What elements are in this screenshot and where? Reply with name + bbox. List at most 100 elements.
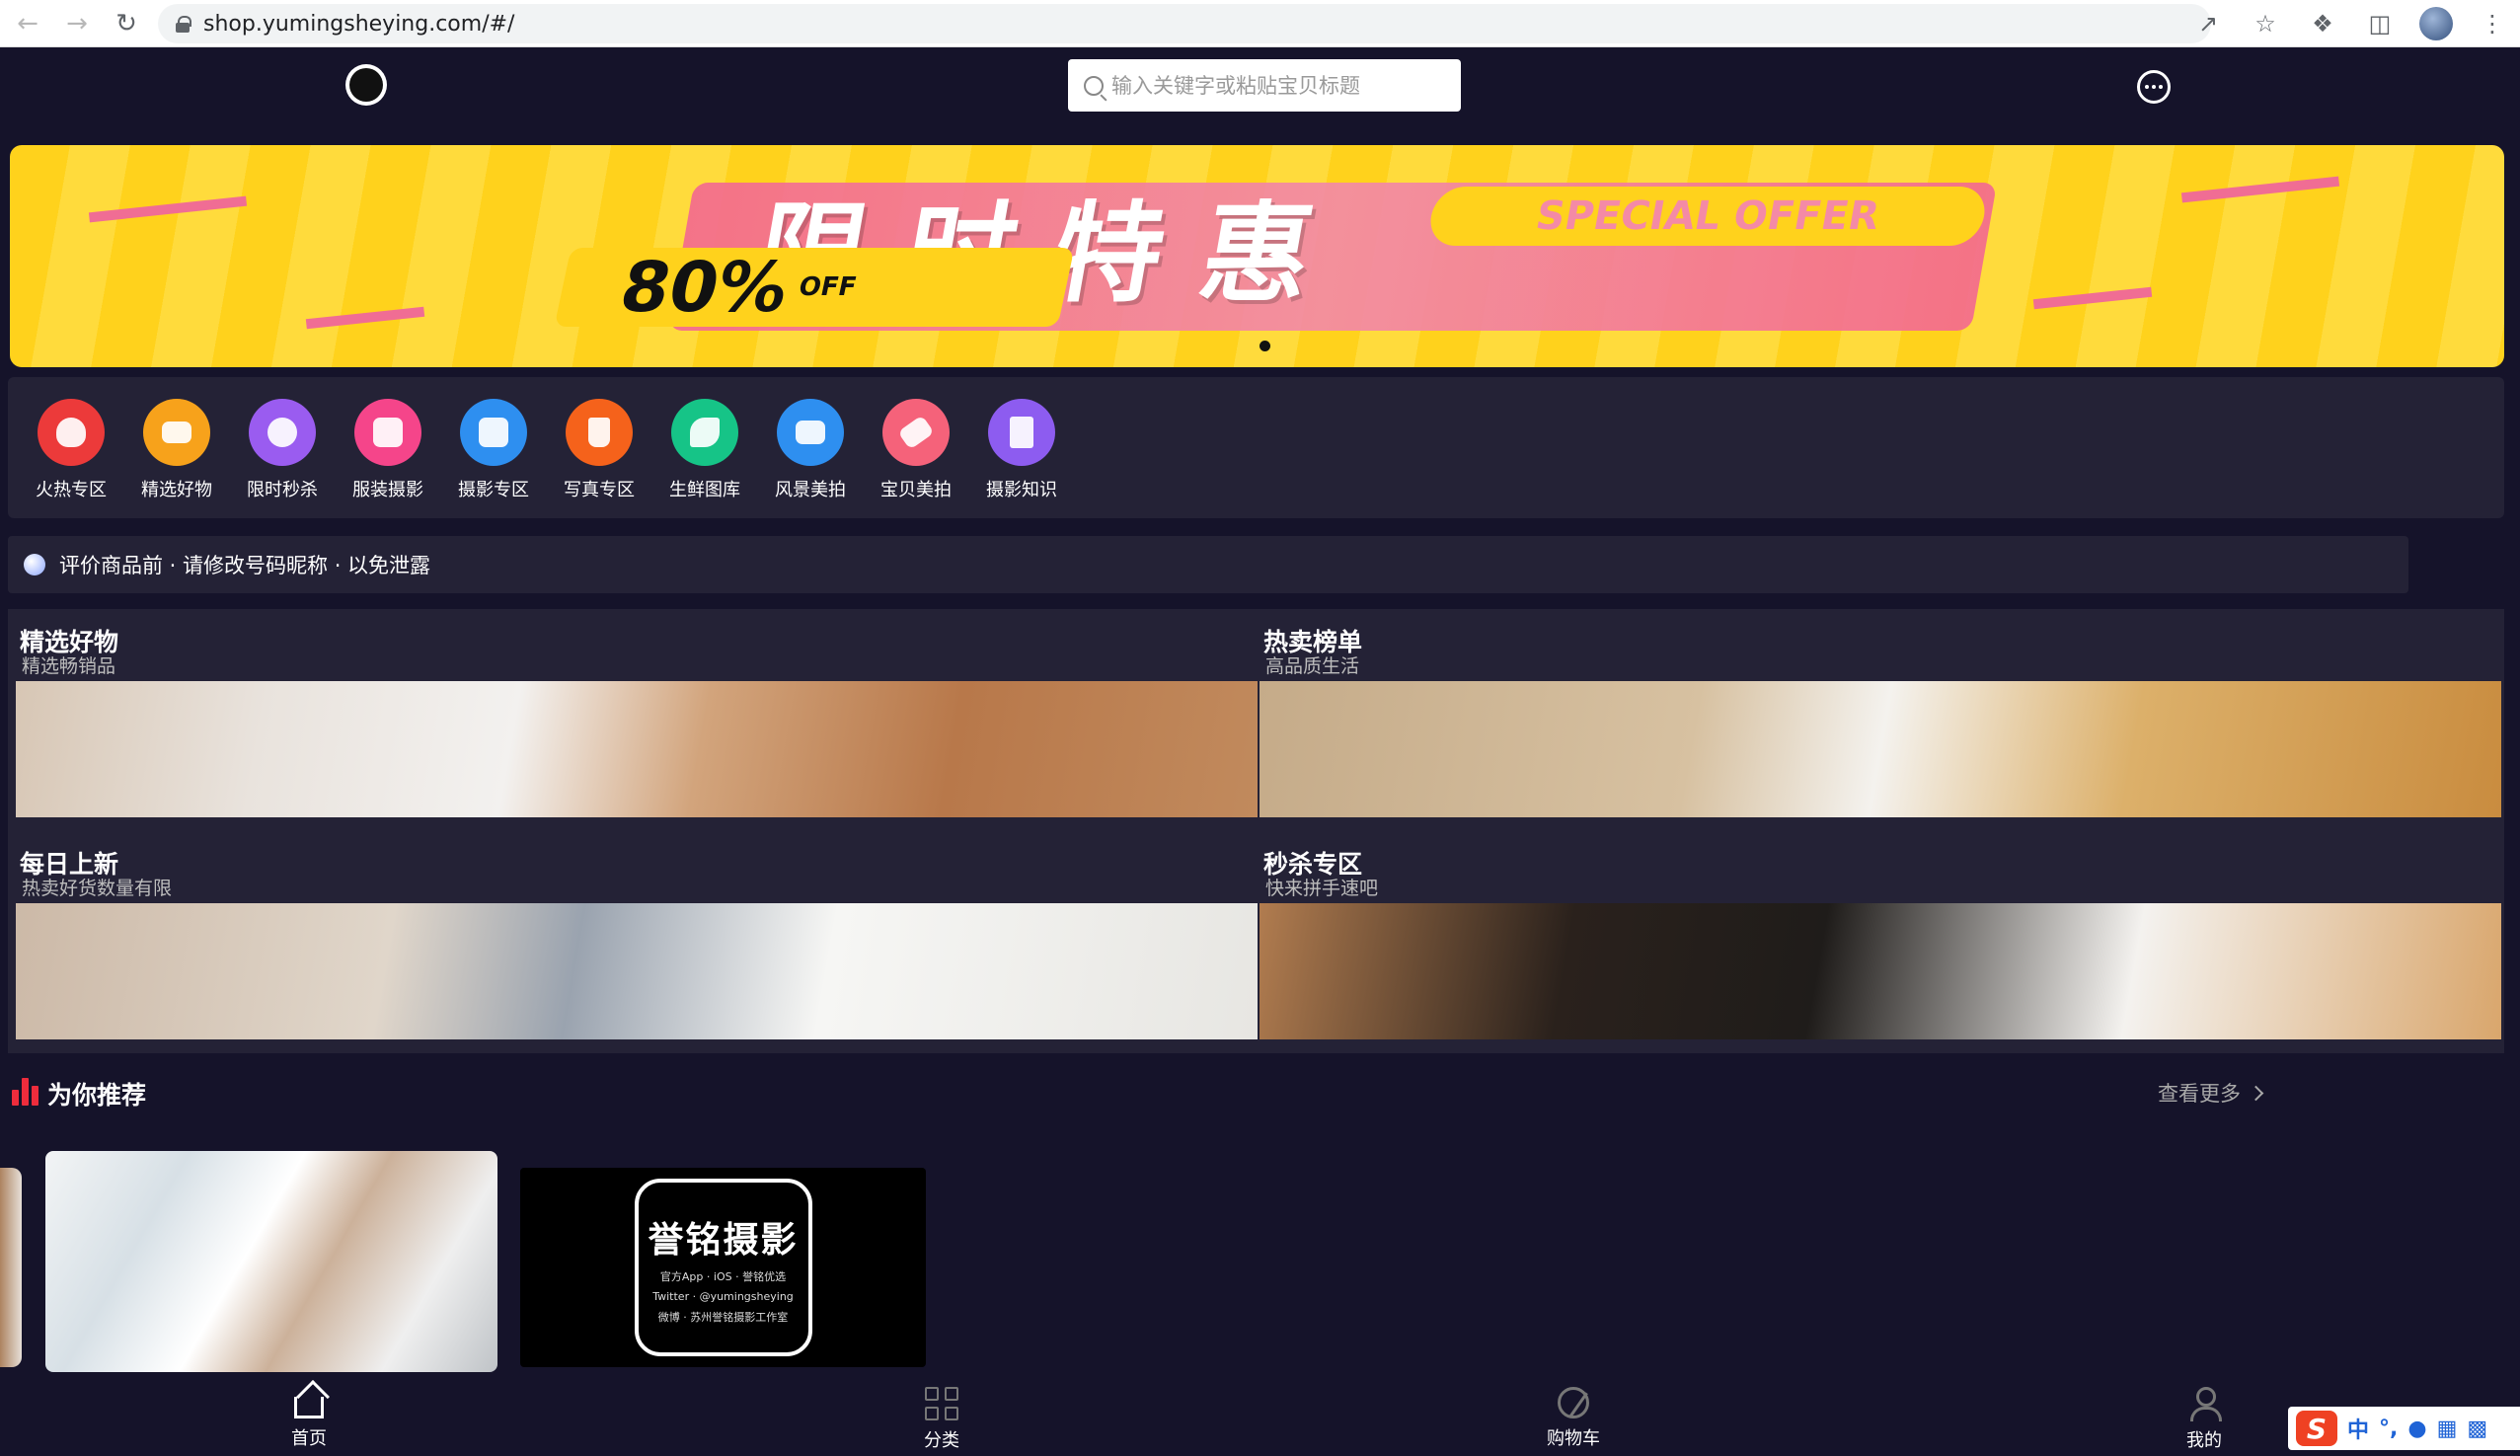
product-card-partial[interactable] [0, 1168, 22, 1367]
section-subtitle: 高品质生活 [1265, 655, 1360, 677]
star-icon[interactable]: ☆ [2248, 6, 2283, 41]
section-image[interactable] [1260, 681, 2501, 817]
home-icon [294, 1397, 324, 1418]
category-photography[interactable]: 摄影专区 [444, 399, 543, 501]
message-icon[interactable] [2137, 70, 2171, 104]
category-label: 火热专区 [36, 480, 107, 500]
banner-stripe [2032, 286, 2153, 310]
category-label: 写真专区 [564, 480, 635, 500]
tab-profile[interactable]: 我的 [2145, 1387, 2263, 1452]
tab-label: 首页 [291, 1428, 327, 1449]
vegetable-icon [671, 399, 738, 466]
back-arrow-icon[interactable]: ← [6, 2, 49, 45]
section-image[interactable] [16, 681, 1258, 817]
view-more-link[interactable]: 查看更多 [2158, 1078, 2264, 1108]
extensions-icon[interactable]: ❖ [2305, 6, 2340, 41]
section-image[interactable] [16, 903, 1258, 1039]
category-label: 宝贝美拍 [880, 480, 952, 500]
ime-logo[interactable]: S [2296, 1411, 2337, 1446]
search-input[interactable] [1111, 73, 1437, 98]
category-clothing-photo[interactable]: 服装摄影 [339, 399, 437, 501]
category-featured[interactable]: 精选好物 [127, 399, 226, 501]
tshirt-icon [354, 399, 421, 466]
flame-icon [38, 399, 105, 466]
lock-icon[interactable] [176, 16, 191, 33]
keyboard-icon[interactable]: ▦ [2437, 1417, 2458, 1441]
category-hot[interactable]: 火热专区 [22, 399, 120, 501]
section-image[interactable] [1260, 903, 2501, 1039]
category-grid: 火热专区 精选好物 限时秒杀 服装摄影 摄影专区 写真专区 生鲜图库 风景美拍 … [8, 377, 2504, 518]
category-portrait[interactable]: 写真专区 [550, 399, 649, 501]
tab-cart[interactable]: 购物车 [1514, 1387, 1633, 1450]
product-card[interactable]: 誉铭摄影 官方App · iOS · 誉铭优选 Twitter · @yumin… [520, 1168, 926, 1367]
tab-label: 购物车 [1547, 1428, 1600, 1449]
category-label: 限时秒杀 [247, 480, 318, 500]
banner-stripe [305, 306, 425, 330]
washer-camera-icon [460, 399, 527, 466]
section-daily-new[interactable]: 每日上新 热卖好货数量有限 [16, 831, 1258, 1039]
category-label: 精选好物 [141, 480, 212, 500]
tab-home[interactable]: 首页 [250, 1387, 368, 1450]
product-card[interactable] [45, 1151, 497, 1372]
category-kids-photo[interactable]: 宝贝美拍 [867, 399, 965, 501]
search-box[interactable] [1068, 59, 1461, 112]
cup-icon [566, 399, 633, 466]
promo-banner[interactable]: SPECIAL OFFER 限时特惠 80% OFF [10, 145, 2504, 367]
tag-icon [882, 399, 950, 466]
ime-toolbar[interactable]: S 中 °, ● ▦ ▩ [2288, 1407, 2520, 1450]
section-flash-sale[interactable]: 秒杀专区 快来拼手速吧 [1260, 831, 2501, 1039]
section-subtitle: 热卖好货数量有限 [22, 878, 173, 899]
side-panel-icon[interactable]: ◫ [2362, 6, 2398, 41]
share-icon[interactable]: ↗ [2190, 6, 2226, 41]
bar-chart-icon [12, 1078, 39, 1106]
menu-dots-icon[interactable]: ⋮ [2475, 6, 2510, 41]
search-icon [1084, 75, 1104, 96]
brand-name: 誉铭摄影 [648, 1219, 799, 1261]
ime-mode[interactable]: 中 [2347, 1413, 2369, 1444]
reload-icon[interactable]: ↻ [105, 2, 148, 45]
category-label: 摄影专区 [458, 480, 529, 500]
punctuation-icon[interactable]: °, [2379, 1417, 2398, 1441]
banner-stripe [2180, 176, 2340, 203]
section-subtitle: 快来拼手速吧 [1265, 878, 1379, 899]
address-bar[interactable]: shop.yumingsheying.com/#/ [158, 4, 2211, 43]
section-hot-list[interactable]: 热卖榜单 高品质生活 [1260, 609, 2501, 817]
crown-icon [143, 399, 210, 466]
app-header [0, 48, 2520, 141]
microphone-icon[interactable]: ● [2407, 1417, 2426, 1441]
category-fresh-gallery[interactable]: 生鲜图库 [655, 399, 754, 501]
banner-off: OFF [796, 272, 860, 302]
speaker-icon [24, 554, 45, 575]
carousel-indicator[interactable] [1260, 341, 1270, 351]
section-grid: 精选好物 精选畅销品 热卖榜单 高品质生活 每日上新 热卖好货数量有限 秒杀专区… [8, 609, 2504, 1053]
forward-arrow-icon[interactable]: → [55, 2, 99, 45]
brand-logo-frame: 誉铭摄影 官方App · iOS · 誉铭优选 Twitter · @yumin… [634, 1179, 812, 1356]
brand-line: Twitter · @yumingsheying [652, 1289, 794, 1303]
tab-label: 我的 [2186, 1430, 2222, 1451]
recommend-title: 为你推荐 [47, 1081, 147, 1110]
category-label: 风景美拍 [775, 480, 846, 500]
category-label: 生鲜图库 [669, 480, 740, 500]
tab-category[interactable]: 分类 [882, 1387, 1001, 1452]
notice-text: 评价商品前 · 请修改号码昵称 · 以免泄露 [59, 554, 431, 577]
profile-avatar[interactable] [2419, 7, 2453, 40]
category-flash-sale[interactable]: 限时秒杀 [233, 399, 332, 501]
user-icon [2186, 1387, 2222, 1421]
chevron-right-icon [2248, 1085, 2264, 1101]
banner-percent: 80% OFF [554, 247, 1075, 328]
category-landscape[interactable]: 风景美拍 [761, 399, 860, 501]
banner-stripe [88, 195, 248, 223]
site-logo[interactable] [345, 64, 387, 106]
logo-mark-icon [349, 68, 383, 102]
apps-grid-icon[interactable]: ▩ [2467, 1417, 2487, 1441]
url-text[interactable]: shop.yumingsheying.com/#/ [203, 12, 514, 37]
browser-actions: ↗ ☆ ❖ ◫ ⋮ [2190, 4, 2510, 43]
grid-icon [925, 1387, 958, 1420]
browser-toolbar: ← → ↻ shop.yumingsheying.com/#/ ↗ ☆ ❖ ◫ … [0, 0, 2520, 47]
bottom-tab-bar: 首页 分类 购物车 我的 [0, 1377, 2520, 1456]
section-featured[interactable]: 精选好物 精选畅销品 [16, 609, 1258, 817]
camera-icon [777, 399, 844, 466]
brand-line: 微博 · 苏州誉铭摄影工作室 [657, 1310, 789, 1324]
notice-bar[interactable]: 评价商品前 · 请修改号码昵称 · 以免泄露 [8, 536, 2408, 593]
category-knowledge[interactable]: 摄影知识 [972, 399, 1071, 501]
